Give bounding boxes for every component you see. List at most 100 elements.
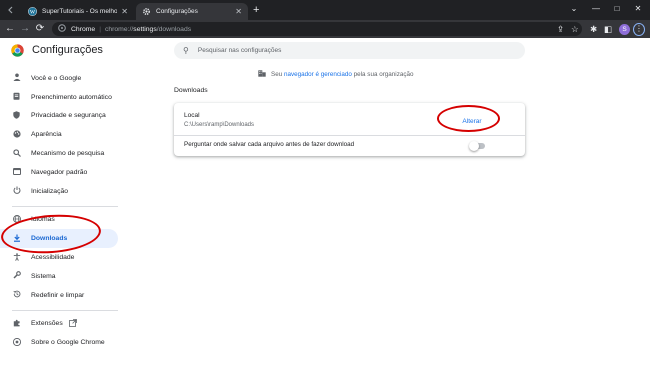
settings-sidebar: Você e o Google Preenchimento automático… xyxy=(0,69,120,352)
sidebar-item-sistema[interactable]: Sistema xyxy=(0,267,120,286)
sidebar-divider xyxy=(12,205,118,207)
sidebar-item-mecanismo-pesquisa[interactable]: Mecanismo de pesquisa xyxy=(0,144,120,163)
history-icon xyxy=(12,290,21,300)
share-icon[interactable]: ⇪ xyxy=(557,24,564,34)
sidebar-item-label: Sistema xyxy=(31,272,56,280)
sidebar-item-redefinir[interactable]: Redefinir e limpar xyxy=(0,286,120,305)
profile-avatar[interactable]: S xyxy=(619,24,630,35)
sidebar-item-idiomas[interactable]: Idiomas xyxy=(0,211,120,230)
wordpress-icon: W xyxy=(28,7,37,16)
sidebar-item-label: Preenchimento automático xyxy=(31,93,112,101)
sidebar-item-label: Idiomas xyxy=(31,216,55,224)
sidebar-item-label: Acessibilidade xyxy=(31,254,75,262)
minimize-button[interactable]: — xyxy=(589,3,603,15)
url-prefix: chrome:// xyxy=(104,25,134,33)
building-icon xyxy=(258,70,266,79)
scheme-label: Chrome xyxy=(71,25,96,33)
sidebar-item-label: Sobre o Google Chrome xyxy=(31,339,105,347)
open-in-new-icon xyxy=(68,319,77,329)
downloads-card: Local C:\Users\ramp\Downloads Alterar Pe… xyxy=(174,103,525,156)
managed-link[interactable]: navegador é gerenciado xyxy=(284,71,352,78)
sidebar-item-label: Aparência xyxy=(31,131,62,139)
location-label: Local xyxy=(184,112,200,119)
tab-title: Configurações xyxy=(156,8,198,15)
omnibox-separator: | xyxy=(99,25,101,33)
sidebar-item-sobre[interactable]: Sobre o Google Chrome xyxy=(0,333,120,352)
sidebar-item-label: Redefinir e limpar xyxy=(31,291,85,299)
svg-text:W: W xyxy=(30,10,36,16)
address-bar[interactable]: Chrome | chrome://settings/downloads xyxy=(52,22,582,36)
tab-title: SuperTutoriais - Os melhores tut xyxy=(42,8,118,15)
toggle-knob xyxy=(469,141,479,151)
browser-toolbar: ← → ⟳ Chrome | chrome://settings/downloa… xyxy=(0,20,650,38)
managed-suffix: pela sua organização xyxy=(353,71,414,78)
sidebar-item-label: Mecanismo de pesquisa xyxy=(31,150,105,158)
tab-list-icon[interactable]: ⌄ xyxy=(567,3,581,15)
wrench-icon xyxy=(12,271,21,281)
bookmark-star-icon[interactable]: ☆ xyxy=(571,24,579,34)
side-panel-icon[interactable]: ◧ xyxy=(604,24,612,34)
gear-icon xyxy=(142,7,151,16)
sidebar-item-label: Privacidade e segurança xyxy=(31,112,106,120)
managed-prefix: Seu xyxy=(271,71,283,78)
close-window-button[interactable]: ✕ xyxy=(631,3,645,15)
location-path: C:\Users\ramp\Downloads xyxy=(184,122,255,128)
reload-button[interactable]: ⟳ xyxy=(34,23,46,35)
ask-before-download-label: Perguntar onde salvar cada arquivo antes… xyxy=(184,141,355,148)
settings-page: Configurações ⚲ Pesquisar nas configuraç… xyxy=(0,38,650,367)
tab-configuracoes[interactable]: Configurações ✕ xyxy=(136,3,248,20)
site-info-icon[interactable] xyxy=(58,24,66,34)
tab-supertutoriais[interactable]: W SuperTutoriais - Os melhores tut ✕ xyxy=(22,3,134,20)
search-icon: ⚲ xyxy=(183,46,189,55)
forward-button[interactable]: → xyxy=(19,23,31,35)
close-tab-icon[interactable]: ✕ xyxy=(121,7,128,16)
sidebar-item-extensoes[interactable]: Extensões xyxy=(0,315,120,334)
url-host: settings xyxy=(133,25,157,33)
sidebar-item-voce-e-o-google[interactable]: Você e o Google xyxy=(0,69,120,88)
sidebar-item-label: Navegador padrão xyxy=(31,168,88,176)
maximize-button[interactable]: □ xyxy=(610,3,624,15)
sidebar-item-privacidade[interactable]: Privacidade e segurança xyxy=(0,107,120,126)
sidebar-item-navegador-padrao[interactable]: Navegador padrão xyxy=(0,163,120,182)
new-tab-button[interactable]: + xyxy=(253,4,259,16)
settings-search[interactable]: ⚲ Pesquisar nas configurações xyxy=(174,42,525,59)
tab-search-icon[interactable] xyxy=(6,5,16,15)
change-location-button[interactable]: Alterar xyxy=(449,115,495,128)
sidebar-item-inicializacao[interactable]: Inicialização xyxy=(0,182,120,201)
sidebar-item-acessibilidade[interactable]: Acessibilidade xyxy=(0,248,120,267)
chrome-menu-button[interactable]: ⋮ xyxy=(633,23,645,36)
settings-header: Configurações ⚲ Pesquisar nas configuraç… xyxy=(0,38,650,63)
back-button[interactable]: ← xyxy=(4,23,16,35)
sidebar-item-preenchimento[interactable]: Preenchimento automático xyxy=(0,88,120,107)
chrome-icon xyxy=(12,337,21,348)
search-placeholder[interactable]: Pesquisar nas configurações xyxy=(198,47,281,54)
search-icon xyxy=(12,148,21,159)
sidebar-item-label: Extensões xyxy=(31,320,63,328)
sidebar-item-label: Inicialização xyxy=(31,187,69,195)
power-icon xyxy=(12,186,21,196)
url-path: /downloads xyxy=(156,25,192,33)
extensions-puzzle-icon[interactable]: ✱ xyxy=(590,24,597,34)
sidebar-item-downloads[interactable]: Downloads xyxy=(0,229,118,249)
chrome-logo-icon xyxy=(11,44,24,57)
sidebar-divider xyxy=(12,309,118,311)
shield-icon xyxy=(12,111,21,121)
close-tab-icon[interactable]: ✕ xyxy=(235,7,242,16)
download-icon xyxy=(12,234,21,244)
clipboard-icon xyxy=(12,92,21,102)
browser-window-icon xyxy=(12,167,21,177)
page-title: Configurações xyxy=(32,44,103,56)
card-divider xyxy=(174,135,525,136)
tab-strip: W SuperTutoriais - Os melhores tut ✕ Con… xyxy=(0,0,650,20)
sidebar-item-label: Você e o Google xyxy=(31,74,82,82)
sidebar-item-label: Downloads xyxy=(31,235,68,243)
managed-notice: Seu navegador é gerenciado pela sua orga… xyxy=(258,70,414,79)
ask-before-download-toggle[interactable] xyxy=(469,141,485,151)
section-title: Downloads xyxy=(174,87,208,94)
palette-icon xyxy=(12,130,21,140)
url-text: chrome://settings/downloads xyxy=(105,26,191,33)
sidebar-item-aparencia[interactable]: Aparência xyxy=(0,125,120,144)
person-icon xyxy=(12,73,21,83)
puzzle-icon xyxy=(12,319,21,329)
accessibility-icon xyxy=(12,252,21,263)
